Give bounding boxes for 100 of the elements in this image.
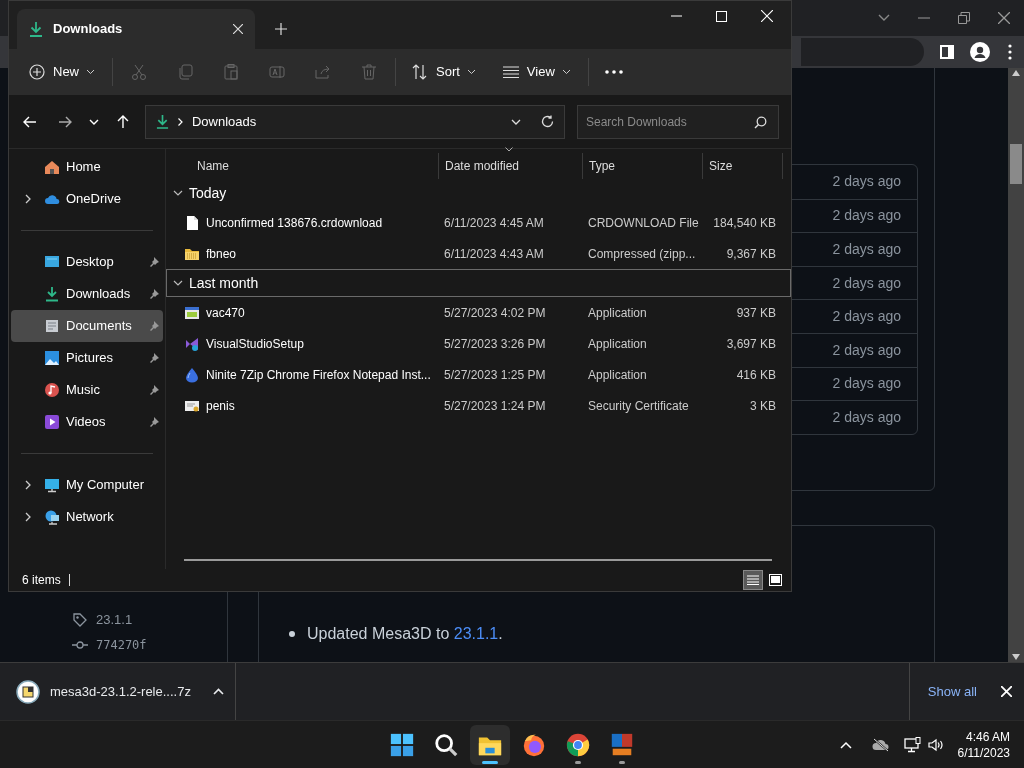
nav-item[interactable]: Desktop <box>11 246 163 278</box>
commit-hash[interactable]: 774270f <box>96 635 147 654</box>
drop-icon <box>184 366 200 383</box>
search-icon <box>754 115 767 129</box>
side-panel-icon[interactable] <box>940 45 954 59</box>
chevron-right-icon[interactable] <box>24 480 31 490</box>
cloud-offline-icon[interactable] <box>871 737 890 752</box>
download-filename[interactable]: mesa3d-23.1.2-rele....7z <box>50 681 191 702</box>
file-row[interactable]: fbneo 6/11/2023 4:43 AM Compressed (zipp... 9,367 KB <box>166 238 791 269</box>
chevron-right-icon[interactable] <box>24 194 31 204</box>
nav-item[interactable]: OneDrive <box>11 183 163 215</box>
document-icon <box>44 318 60 334</box>
path-segment[interactable]: Downloads <box>191 111 511 132</box>
caret-down-icon <box>467 70 475 74</box>
address-bar[interactable]: Downloads <box>144 104 565 139</box>
scroll-down-icon[interactable] <box>1012 654 1020 660</box>
release-date: 2 days ago <box>832 340 901 360</box>
view-button[interactable]: View <box>502 56 570 88</box>
type-cell-text: Application <box>587 335 648 353</box>
chevron-right-icon <box>177 117 183 126</box>
date-cell-text: 6/11/2023 4:43 AM <box>443 245 545 263</box>
maximize-icon[interactable] <box>716 10 727 22</box>
more-icon[interactable] <box>604 70 623 74</box>
folder-tab[interactable]: Downloads <box>17 9 255 49</box>
scroll-up-icon[interactable] <box>1012 70 1020 76</box>
chevron-down-icon[interactable] <box>511 118 521 125</box>
tab-search-icon[interactable] <box>878 14 890 22</box>
share-icon[interactable] <box>315 64 331 80</box>
chevron-down-icon <box>173 190 183 196</box>
nav-item[interactable]: Network <box>11 501 163 533</box>
profile-icon[interactable] <box>970 42 990 62</box>
nav-item[interactable]: Music <box>11 374 163 406</box>
paste-icon[interactable] <box>223 64 239 80</box>
clock-date[interactable]: 6/11/2023 <box>957 744 1010 761</box>
new-button[interactable]: New <box>29 56 94 88</box>
up-arrow-icon[interactable] <box>116 114 129 129</box>
nav-item[interactable]: Pictures <box>11 342 163 374</box>
file-row[interactable]: Ninite 7Zip Chrome Firefox Notepad Inst... 5/27/2023 1:25 PM Application 416 KB <box>166 359 791 390</box>
nav-item[interactable]: Documents <box>11 310 163 342</box>
group-header[interactable]: Last month <box>166 269 791 297</box>
version-link[interactable]: 23.1.1 <box>453 625 499 642</box>
back-arrow-icon[interactable] <box>23 115 37 128</box>
file-row[interactable]: penis 5/27/2023 1:24 PM Security Certificate 3 KB <box>166 390 791 421</box>
type-cell-text: Application <box>587 304 648 322</box>
date-cell-text: 5/27/2023 3:26 PM <box>443 335 547 353</box>
date-cell-text: 5/27/2023 1:25 PM <box>443 366 547 384</box>
nav-item[interactable]: Downloads <box>11 278 163 310</box>
clock-time[interactable]: 4:46 AM <box>965 728 1010 745</box>
nav-item[interactable]: My Computer <box>11 469 163 501</box>
column-header[interactable]: Date modified <box>438 153 582 179</box>
sort-button[interactable]: Sort <box>412 56 475 88</box>
type-cell-text: Application <box>587 366 648 384</box>
caret-up-icon[interactable] <box>212 688 224 695</box>
network-globe-icon <box>44 509 60 525</box>
add-tab-icon[interactable] <box>275 23 287 35</box>
release-date: 2 days ago <box>832 240 901 259</box>
type-cell-text: Security Certificate <box>587 397 690 415</box>
blank-file-icon <box>184 214 200 231</box>
release-tag[interactable]: 23.1.1 <box>96 610 133 630</box>
network-icon[interactable] <box>903 736 922 753</box>
bullet <box>289 631 295 637</box>
close-tab-icon[interactable] <box>233 24 243 34</box>
file-row[interactable]: VisualStudioSetup 5/27/2023 3:26 PM Application 3,697 KB <box>166 328 791 359</box>
column-header[interactable]: Type <box>582 153 702 179</box>
file-row[interactable]: Unconfirmed 138676.crdownload 6/11/2023 4:45 AM CRDOWNLOAD File 184,540 KB <box>166 207 791 238</box>
scrollbar[interactable] <box>1008 68 1024 662</box>
arcade-logo-icon <box>609 731 635 758</box>
close-icon[interactable] <box>998 12 1010 24</box>
restore-icon[interactable] <box>958 12 970 24</box>
nav-item[interactable]: Videos <box>11 406 163 438</box>
computer-icon <box>44 477 60 493</box>
volume-icon[interactable] <box>927 737 944 752</box>
type-cell-text: CRDOWNLOAD File <box>587 214 700 232</box>
file-row[interactable]: vac470 5/27/2023 4:02 PM Application 937 KB <box>166 297 791 328</box>
app-window-icon <box>184 304 200 321</box>
view-toggle[interactable] <box>743 570 763 590</box>
menu-icon[interactable] <box>1008 44 1012 60</box>
release-date: 2 days ago <box>832 374 901 394</box>
show-all-link[interactable]: Show all <box>927 681 977 702</box>
date-cell-text: 5/27/2023 1:24 PM <box>443 397 547 415</box>
group-header[interactable]: Today <box>166 179 791 207</box>
column-divider <box>782 153 783 179</box>
chevron-up-icon[interactable] <box>839 740 852 749</box>
column-header[interactable]: Size <box>702 153 782 179</box>
release-note: Updated Mesa3D to 23.1.1. <box>307 624 503 644</box>
details-view-icon <box>747 575 759 585</box>
taskbar-button[interactable] <box>470 724 510 765</box>
trash-icon[interactable] <box>361 64 377 80</box>
plus-circle-icon <box>29 64 45 80</box>
search-field[interactable]: Search Downloads <box>577 104 779 139</box>
size-cell-text: 3,697 KB <box>725 335 777 353</box>
horizontal-scrollbar[interactable] <box>184 559 772 561</box>
forward-arrow-icon[interactable] <box>57 115 72 128</box>
nav-item[interactable]: Home <box>11 151 163 183</box>
tag-icon <box>72 611 88 628</box>
windows-logo-icon <box>389 731 415 758</box>
column-header[interactable]: Name <box>197 153 438 179</box>
refresh-icon[interactable] <box>541 115 554 128</box>
chevron-right-icon[interactable] <box>24 512 31 522</box>
scroll-thumb[interactable] <box>1010 144 1022 184</box>
